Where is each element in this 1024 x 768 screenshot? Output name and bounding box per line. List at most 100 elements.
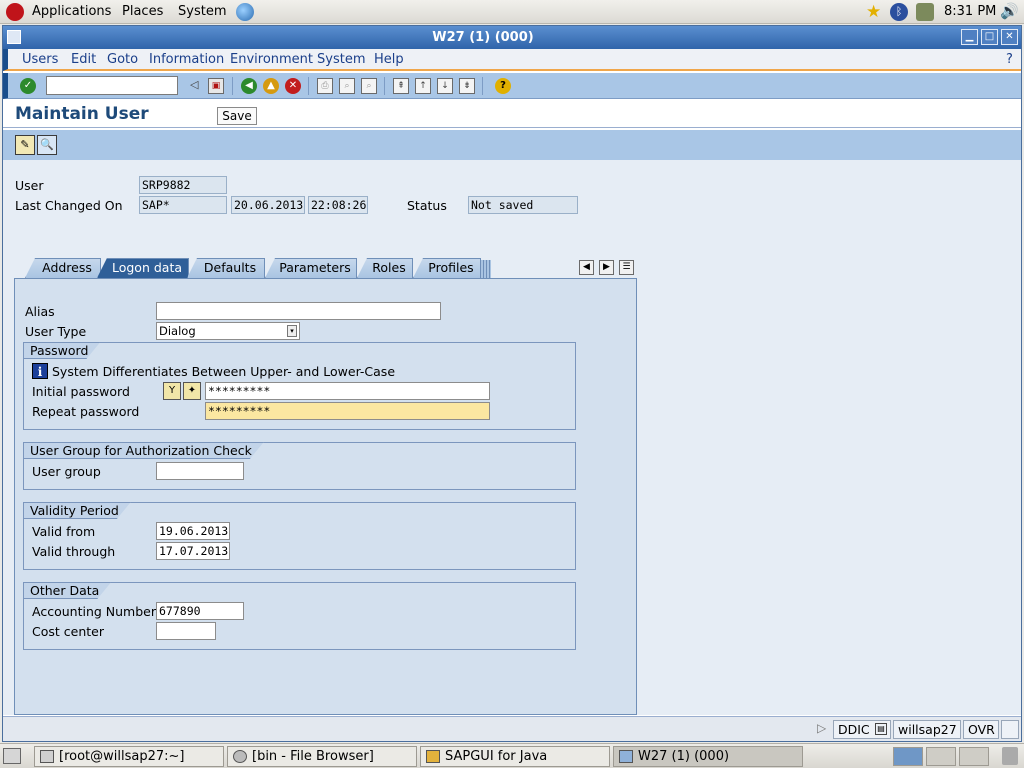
show-desktop-icon[interactable] xyxy=(3,748,21,764)
tab-scroll-left-icon[interactable]: ◀ xyxy=(579,260,594,275)
last-changed-time-field[interactable]: 22:08:26 xyxy=(308,196,368,214)
workspace-2[interactable] xyxy=(926,747,956,766)
exit-icon[interactable]: ▲ xyxy=(263,78,279,94)
status-expand-icon[interactable]: ▷ xyxy=(817,721,826,735)
task-w27[interactable]: W27 (1) (000) xyxy=(613,746,803,767)
close-icon[interactable]: ✕ xyxy=(1001,29,1018,45)
clock[interactable]: 8:31 PM xyxy=(944,4,996,19)
accounting-number-label: Accounting Number xyxy=(32,604,156,619)
validity-period-group: Validity Period Valid from 19.06.2013 Va… xyxy=(23,502,576,570)
accounting-number-input[interactable]: 677890 xyxy=(156,602,244,620)
alias-input[interactable] xyxy=(156,302,441,320)
save-button[interactable]: Save xyxy=(217,107,257,125)
password-generator-icon[interactable]: Y xyxy=(163,382,181,400)
command-field[interactable] xyxy=(46,76,178,95)
tab-logon-data[interactable]: Logon data xyxy=(97,258,189,278)
file-browser-icon xyxy=(233,750,247,763)
star-icon[interactable]: ★ xyxy=(866,2,881,22)
command-history-icon[interactable]: ◁ xyxy=(190,78,198,91)
volume-icon[interactable]: 🔊 xyxy=(1000,2,1019,20)
maximize-icon[interactable]: □ xyxy=(981,29,998,45)
enter-icon[interactable]: ✓ xyxy=(20,78,36,94)
tab-address[interactable]: Address xyxy=(25,258,101,278)
panel-menu-applications[interactable]: Applications xyxy=(32,4,111,19)
minimize-icon[interactable]: ▁ xyxy=(961,29,978,45)
menu-edit[interactable]: Edit xyxy=(71,52,96,67)
first-page-icon[interactable]: ⇞ xyxy=(393,78,409,94)
last-changed-by-field[interactable]: SAP* xyxy=(139,196,227,214)
previous-page-icon[interactable]: ↑ xyxy=(415,78,431,94)
repeat-password-input[interactable]: ********* xyxy=(205,402,490,420)
trash-icon[interactable] xyxy=(1002,747,1018,765)
find-next-icon[interactable]: ⌕ xyxy=(361,78,377,94)
update-notifier-icon[interactable] xyxy=(916,3,934,21)
next-page-icon[interactable]: ↓ xyxy=(437,78,453,94)
window-titlebar[interactable]: W27 (1) (000) ▁ □ ✕ xyxy=(3,26,1021,49)
tab-defaults[interactable]: Defaults xyxy=(187,258,265,278)
user-group-input[interactable] xyxy=(156,462,244,480)
redhat-logo-icon[interactable] xyxy=(6,3,24,21)
status-bar: ▷ DDIC ▤ willsap27 OVR xyxy=(3,716,1021,741)
last-changed-date-field[interactable]: 20.06.2013 xyxy=(231,196,305,214)
dropdown-icon[interactable]: ▾ xyxy=(287,325,297,337)
help-icon[interactable]: ? xyxy=(495,78,511,94)
task-file-browser[interactable]: [bin - File Browser] xyxy=(227,746,417,767)
status-field[interactable]: Not saved xyxy=(468,196,578,214)
display-icon[interactable]: 🔍 xyxy=(37,135,57,155)
menu-users[interactable]: Users xyxy=(22,52,58,67)
page-title: Maintain User xyxy=(15,104,149,124)
system-info-icon[interactable]: ▤ xyxy=(875,723,887,735)
standard-toolbar: ✓ ◁ ▣ ◀ ▲ ✕ ⎙ ⌕ ⌕ ⇞ ↑ ↓ ⇟ ? xyxy=(3,73,1021,99)
task-terminal[interactable]: [root@willsap27:~] xyxy=(34,746,224,767)
password-group-title: Password xyxy=(23,342,100,359)
print-icon[interactable]: ⎙ xyxy=(317,78,333,94)
status-client[interactable]: DDIC ▤ xyxy=(833,720,891,739)
save-icon[interactable]: ▣ xyxy=(208,78,224,94)
menu-goto[interactable]: Goto xyxy=(107,52,138,67)
other-data-group: Other Data Accounting Number 677890 Cost… xyxy=(23,582,576,650)
cost-center-input[interactable] xyxy=(156,622,216,640)
tab-list-icon[interactable]: ☰ xyxy=(619,260,634,275)
workspace-3[interactable] xyxy=(959,747,989,766)
sapgui-icon xyxy=(426,750,440,763)
user-group-group-title: User Group for Authorization Check xyxy=(23,442,264,459)
last-changed-label: Last Changed On xyxy=(15,198,123,213)
menu-system[interactable]: System xyxy=(317,52,365,67)
menu-environment[interactable]: Environment xyxy=(230,52,313,67)
change-edit-icon[interactable]: ✎ xyxy=(15,135,35,155)
tab-parameters[interactable]: Parameters xyxy=(265,258,357,278)
valid-through-label: Valid through xyxy=(32,544,116,559)
password-wizard-icon[interactable]: ✦ xyxy=(183,382,201,400)
top-panel: Applications Places System ★ ᛒ 8:31 PM 🔊 xyxy=(0,0,1024,24)
user-field[interactable]: SRP9882 xyxy=(139,176,227,194)
valid-from-input[interactable]: 19.06.2013 xyxy=(156,522,230,540)
panel-menu-system[interactable]: System xyxy=(178,4,226,19)
status-client-text: DDIC xyxy=(838,722,870,737)
find-icon[interactable]: ⌕ xyxy=(339,78,355,94)
toolbar-separator xyxy=(384,77,385,95)
user-type-select[interactable]: Dialog ▾ xyxy=(156,322,300,340)
valid-through-input[interactable]: 17.07.2013 xyxy=(156,542,230,560)
menu-information[interactable]: Information xyxy=(149,52,224,67)
cancel-icon[interactable]: ✕ xyxy=(285,78,301,94)
window-title: W27 (1) (000) xyxy=(432,30,534,45)
workspace-1[interactable] xyxy=(893,747,923,766)
tab-scroll-right-icon[interactable]: ▶ xyxy=(599,260,614,275)
web-browser-icon[interactable] xyxy=(236,3,254,21)
tab-roles[interactable]: Roles xyxy=(357,258,413,278)
menu-help[interactable]: Help xyxy=(374,52,404,67)
task-sapgui[interactable]: SAPGUI for Java xyxy=(420,746,610,767)
status-mode[interactable]: OVR xyxy=(963,720,999,739)
back-icon[interactable]: ◀ xyxy=(241,78,257,94)
help-mark[interactable]: ? xyxy=(1006,52,1013,67)
initial-password-input[interactable]: ********* xyxy=(205,382,490,400)
last-page-icon[interactable]: ⇟ xyxy=(459,78,475,94)
info-icon: i xyxy=(32,363,48,379)
bluetooth-icon[interactable]: ᛒ xyxy=(890,3,908,21)
tab-profiles[interactable]: Profiles xyxy=(413,258,481,278)
password-group: Password i System Differentiates Between… xyxy=(23,342,576,430)
status-server: willsap27 xyxy=(893,720,961,739)
toolbar-separator xyxy=(482,77,483,95)
case-sensitivity-note: System Differentiates Between Upper- and… xyxy=(52,364,396,379)
panel-menu-places[interactable]: Places xyxy=(122,4,163,19)
